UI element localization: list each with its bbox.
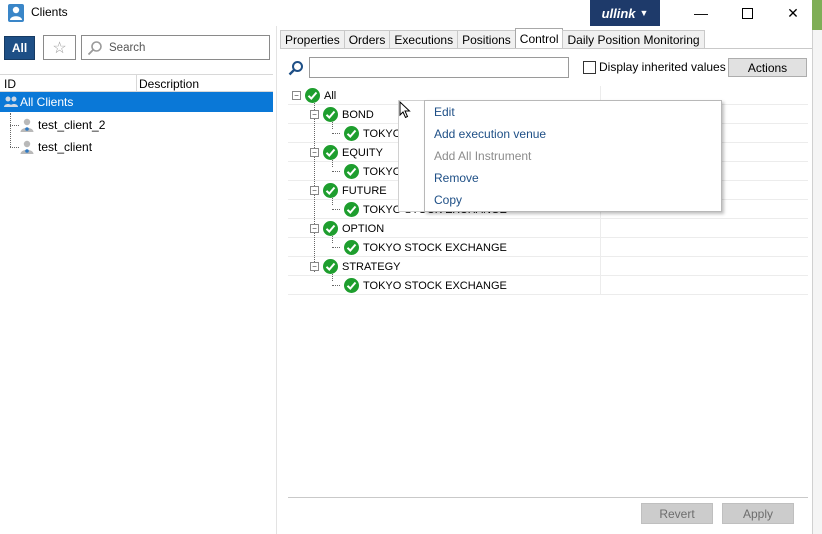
brand-menu-button[interactable]: ullink ▼ xyxy=(590,0,660,26)
tree-node-label: TOKYO STOCK EXCHANGE xyxy=(363,241,507,254)
tree-node-venue[interactable]: TOKYO xyxy=(332,162,401,181)
check-icon xyxy=(344,202,359,217)
collapse-icon[interactable]: − xyxy=(310,186,319,195)
tab-orders[interactable]: Orders xyxy=(343,30,391,49)
collapse-icon[interactable]: − xyxy=(310,224,319,233)
column-header-description[interactable]: Description xyxy=(139,77,199,91)
context-menu-gutter xyxy=(398,100,424,212)
tree-node-strategy[interactable]: − STRATEGY xyxy=(310,257,400,276)
apply-button[interactable]: Apply xyxy=(722,503,794,524)
menu-item-add-execution-venue[interactable]: Add execution venue xyxy=(434,123,546,145)
tree-node-bond[interactable]: − BOND xyxy=(310,105,374,124)
tree-node-label: BOND xyxy=(342,108,374,121)
tree-connector xyxy=(10,125,19,126)
control-filter-input[interactable] xyxy=(309,57,569,78)
tree-connector xyxy=(10,147,19,148)
check-icon xyxy=(305,88,320,103)
window-title: Clients xyxy=(31,5,68,19)
check-icon xyxy=(323,107,338,122)
tree-node-equity[interactable]: − EQUITY xyxy=(310,143,383,162)
tree-item-test-client-2[interactable]: test_client_2 xyxy=(19,115,105,135)
revert-button[interactable]: Revert xyxy=(641,503,713,524)
client-list-header: ID Description xyxy=(0,74,273,93)
menu-item-add-all-instrument: Add All Instrument xyxy=(434,149,532,163)
tab-baseline xyxy=(280,48,812,49)
background-window-edge xyxy=(812,30,822,534)
mouse-cursor-icon xyxy=(399,101,411,119)
tree-item-label: test_client xyxy=(38,140,93,154)
minimize-icon: — xyxy=(694,5,708,21)
check-icon xyxy=(323,145,338,160)
user-icon xyxy=(20,118,34,132)
check-icon xyxy=(344,164,359,179)
check-icon xyxy=(344,278,359,293)
tab-positions[interactable]: Positions xyxy=(457,30,516,49)
maximize-icon xyxy=(741,7,753,19)
tab-properties[interactable]: Properties xyxy=(280,30,345,49)
search-placeholder: Search xyxy=(109,42,146,54)
brand-logo: ullink xyxy=(601,5,636,21)
collapse-icon[interactable]: − xyxy=(292,91,301,100)
tree-node-venue[interactable]: TOKYO STOCK EXCHANGE xyxy=(332,276,507,295)
display-inherited-checkbox[interactable] xyxy=(583,61,596,74)
tree-item-all-clients[interactable]: All Clients xyxy=(0,92,273,112)
menu-item-edit[interactable]: Edit xyxy=(434,101,455,123)
search-icon xyxy=(87,41,102,56)
tree-node-all[interactable]: − All xyxy=(292,86,336,105)
tree-node-venue[interactable]: TOKYO xyxy=(332,124,401,143)
check-icon xyxy=(344,126,359,141)
panel-splitter[interactable] xyxy=(276,26,277,534)
group-users-icon xyxy=(4,96,18,107)
collapse-icon[interactable]: − xyxy=(310,262,319,271)
menu-item-copy[interactable]: Copy xyxy=(434,189,462,211)
menu-item-remove[interactable]: Remove xyxy=(434,167,479,189)
display-inherited-label: Display inherited values xyxy=(599,60,726,74)
search-icon xyxy=(288,61,303,76)
all-filter-button[interactable]: All xyxy=(4,36,35,60)
footer-divider xyxy=(288,497,808,498)
actions-button[interactable]: Actions xyxy=(728,58,807,77)
tab-control[interactable]: Control xyxy=(514,28,564,48)
collapse-icon[interactable]: − xyxy=(310,148,319,157)
tree-item-label: All Clients xyxy=(20,95,74,109)
tree-node-label: TOKYO STOCK EXCHANGE xyxy=(363,279,507,292)
tree-node-label: EQUITY xyxy=(342,146,383,159)
tree-item-label: test_client_2 xyxy=(38,118,106,132)
check-icon xyxy=(323,221,338,236)
tree-node-option[interactable]: − OPTION xyxy=(310,219,384,238)
background-window-strip xyxy=(812,0,822,30)
user-icon xyxy=(20,140,34,154)
collapse-icon[interactable]: − xyxy=(310,110,319,119)
star-icon: ☆ xyxy=(52,39,67,57)
check-icon xyxy=(323,259,338,274)
tab-executions[interactable]: Executions xyxy=(389,30,459,49)
column-header-id[interactable]: ID xyxy=(4,77,16,91)
chevron-down-icon: ▼ xyxy=(639,8,649,18)
close-icon: ✕ xyxy=(787,4,799,21)
tree-connector xyxy=(10,113,11,147)
close-button[interactable]: ✕ xyxy=(770,0,816,26)
check-icon xyxy=(344,240,359,255)
clients-app-icon xyxy=(8,4,24,22)
tree-node-label: All xyxy=(324,89,337,102)
context-menu: Edit Add execution venue Add All Instrum… xyxy=(424,100,722,212)
tree-item-test-client[interactable]: test_client xyxy=(19,137,92,157)
tree-node-label: OPTION xyxy=(342,222,385,235)
client-search-field[interactable]: Search xyxy=(81,35,270,60)
tree-node-label: TOKYO xyxy=(363,165,402,178)
favorites-button[interactable]: ☆ xyxy=(43,35,76,60)
minimize-button[interactable]: — xyxy=(678,0,724,26)
check-icon xyxy=(323,183,338,198)
tree-node-label: FUTURE xyxy=(342,184,387,197)
title-bar: Clients ullink ▼ — ✕ xyxy=(0,0,822,26)
tree-node-label: TOKYO xyxy=(363,127,402,140)
column-divider[interactable] xyxy=(136,75,137,93)
tree-node-future[interactable]: − FUTURE xyxy=(310,181,387,200)
tab-daily-position-monitoring[interactable]: Daily Position Monitoring xyxy=(562,30,705,49)
tree-node-venue[interactable]: TOKYO STOCK EXCHANGE xyxy=(332,238,507,257)
tree-node-label: STRATEGY xyxy=(342,260,401,273)
maximize-button[interactable] xyxy=(724,0,770,26)
detail-tabs: Properties Orders Executions Positions C… xyxy=(280,28,705,49)
